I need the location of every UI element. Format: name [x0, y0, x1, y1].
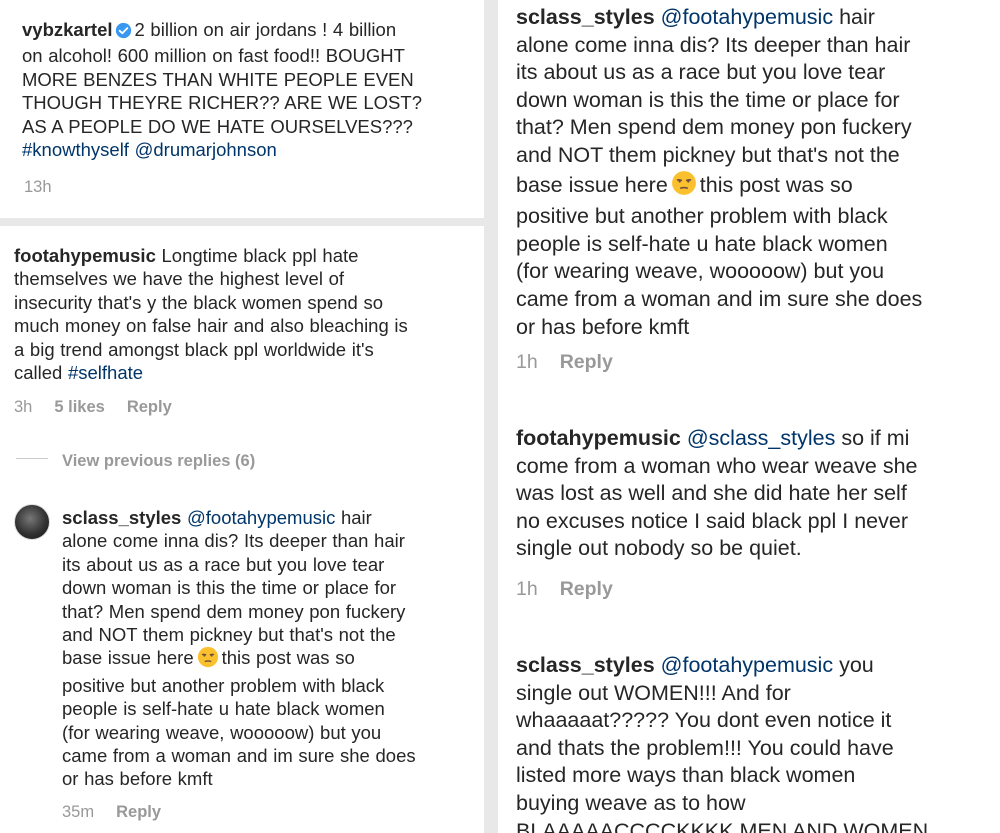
reply-button[interactable]: Reply [560, 578, 613, 600]
reply-line: listed more ways than black women [516, 763, 856, 788]
reply-time: 1h [516, 351, 538, 373]
caption-line: THOUGH THEYRE RICHER?? ARE WE LOST? [22, 92, 422, 114]
reply-line: come from a woman who wear weave she [516, 453, 918, 478]
reply-username[interactable]: footahypemusic [516, 426, 681, 450]
caption-line: on alcohol! 600 million on fast food!! B… [22, 45, 405, 67]
reply-line: positive but another problem with black [516, 204, 888, 229]
caption-mention[interactable]: @drumarjohnson [135, 139, 277, 160]
reply-meta: 35m Reply [62, 803, 161, 822]
reply-line: this post was so [699, 172, 853, 197]
reply-line: (for wearing weave, wooooow) but you [516, 259, 885, 284]
reply-line: single out nobody so be quiet. [516, 536, 802, 561]
caption-hashtag[interactable]: #knowthyself [22, 139, 129, 160]
reply-line: was lost as well and she did hate her se… [516, 481, 907, 506]
reply-line: and thats the problem!!! You could have [516, 735, 894, 760]
reply-button[interactable]: Reply [560, 351, 613, 373]
reply-line: and NOT them pickney but that's not the [62, 624, 396, 646]
reply-sclass-styles: sclass_styles @footahypemusic hair alone… [62, 506, 482, 791]
verified-badge-icon [115, 21, 132, 44]
reply-line: positive but another problem with black [62, 674, 385, 696]
comment-footahypemusic: footahypemusic Longtime black ppl hate t… [14, 244, 480, 384]
post-time: 13h [24, 178, 52, 196]
reply-footahypemusic: footahypemusic @sclass_styles so if mi c… [516, 425, 1000, 563]
reply-line: buying weave as to how [516, 790, 746, 815]
post-username[interactable]: vybzkartel [22, 19, 113, 40]
reply-line: or has before kmft [62, 768, 213, 790]
comment-meta: 3h 5 likes Reply [14, 398, 172, 417]
comment-line: a big trend amongst black ppl worldwide … [14, 338, 374, 360]
unamused-face-emoji [671, 170, 697, 204]
reply-line: that? Men spend dem money pon fuckery [516, 115, 912, 140]
comment-line: Longtime black ppl hate [161, 245, 359, 266]
reply-line: down woman is this the time or place for [516, 87, 900, 112]
reply-button[interactable]: Reply [127, 398, 172, 416]
reply-line: you [839, 653, 874, 677]
reply-username[interactable]: sclass_styles [62, 507, 181, 528]
reply-meta: 1h Reply [516, 351, 613, 374]
reply-line: that? Men spend dem money pon fuckery [62, 600, 406, 622]
zoomed-thread-panel: sclass_styles @footahypemusic hair alone… [498, 0, 1000, 833]
reply-line: whaaaaat????? You dont even notice it [516, 708, 892, 733]
reply-line: base issue here [62, 647, 194, 669]
reply-line: this post was so [221, 647, 355, 669]
reply-line: hair [839, 5, 875, 29]
comment-thread-panel: footahypemusic Longtime black ppl hate t… [0, 226, 484, 833]
reply-username[interactable]: sclass_styles [516, 653, 655, 677]
comment-time: 3h [14, 398, 33, 416]
reply-line: BLAAAAACCCCKKKK MEN AND WOMEN [516, 818, 929, 833]
caption-line: MORE BENZES THAN WHITE PEOPLE EVEN [22, 68, 414, 90]
view-previous-replies-link[interactable]: View previous replies (6) [62, 452, 255, 471]
reply-mention[interactable]: @footahypemusic [187, 507, 335, 528]
reply-line: its about us as a race but you love tear [62, 553, 385, 575]
reply-sclass-styles: sclass_styles @footahypemusic hair alone… [516, 4, 1000, 341]
reply-mention[interactable]: @sclass_styles [687, 426, 835, 450]
caption-line: 2 billion on air jordans ! 4 billion [134, 19, 397, 40]
reply-line: so if mi [841, 426, 910, 450]
reply-mention[interactable]: @footahypemusic [661, 653, 833, 677]
reply-line: alone come inna dis? Its deeper than hai… [62, 530, 405, 552]
reply-line: single out WOMEN!!! And for [516, 680, 791, 705]
comment-username[interactable]: footahypemusic [14, 245, 156, 266]
reply-line: came from a woman and im sure she does [62, 745, 416, 767]
reply-line: hair [340, 507, 372, 528]
reply-time: 35m [62, 803, 95, 821]
unamused-face-emoji [197, 646, 219, 673]
comment-hashtag[interactable]: #selfhate [68, 362, 143, 383]
avatar[interactable] [14, 504, 50, 540]
reply-meta: 1h Reply [516, 578, 613, 601]
reply-line: its about us as a race but you love tear [516, 60, 886, 85]
view-replies-divider [16, 458, 48, 459]
comment-line: insecurity that's y the black women spen… [14, 291, 383, 313]
comment-line: called [14, 362, 63, 384]
likes-count[interactable]: 5 likes [54, 398, 104, 416]
comment-line: themselves we have the highest level of [14, 268, 345, 290]
reply-line: no excuses notice I said black ppl I nev… [516, 508, 908, 533]
reply-time: 1h [516, 578, 538, 600]
caption-line: AS A PEOPLE DO WE HATE OURSELVES??? [22, 115, 413, 137]
reply-line: (for wearing weave, wooooow) but you [62, 721, 382, 743]
reply-line: came from a woman and im sure she does [516, 286, 923, 311]
reply-line: people is self-hate u hate black women [62, 698, 385, 720]
reply-sclass-styles-2: sclass_styles @footahypemusic you single… [516, 652, 1000, 833]
reply-line: base issue here [516, 172, 668, 197]
reply-button[interactable]: Reply [116, 803, 161, 821]
post-caption-panel: vybzkartel 2 billion on air jordans ! 4 b… [0, 0, 484, 218]
reply-line: alone come inna dis? Its deeper than hai… [516, 32, 911, 57]
reply-line: or has before kmft [516, 314, 690, 339]
reply-line: and NOT them pickney but that's not the [516, 142, 900, 167]
reply-line: people is self-hate u hate black women [516, 231, 888, 256]
reply-mention[interactable]: @footahypemusic [661, 5, 833, 29]
reply-username[interactable]: sclass_styles [516, 5, 655, 29]
comment-line: much money on false hair and also bleach… [14, 315, 408, 337]
reply-line: down woman is this the time or place for [62, 577, 397, 599]
